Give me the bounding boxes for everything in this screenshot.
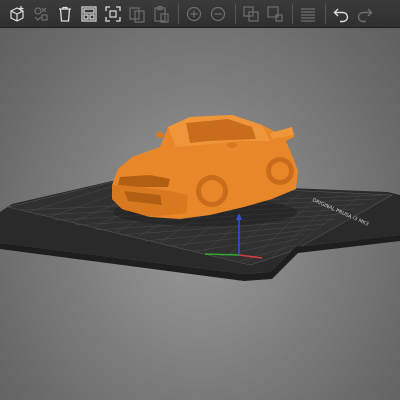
toolbar-separator (325, 3, 326, 24)
select-all-icon (105, 5, 121, 22)
copy-button[interactable] (126, 3, 148, 25)
paste-button[interactable] (150, 3, 172, 25)
layers-icon (301, 7, 315, 22)
add-shape-button[interactable] (30, 3, 52, 25)
arrange-icon (81, 5, 97, 22)
arrange-button[interactable] (78, 3, 100, 25)
paste-icon (154, 5, 169, 23)
y-axis (204, 253, 240, 256)
layers-editing-button[interactable] (297, 3, 319, 25)
select-all-button[interactable] (102, 3, 124, 25)
redo-icon (357, 8, 373, 22)
add-instance-button[interactable] (183, 3, 205, 25)
shape-gallery-icon (34, 6, 48, 21)
plus-circle-icon (186, 6, 202, 21)
split-parts-button[interactable] (264, 3, 286, 25)
toolbar-separator (178, 3, 179, 24)
undo-button[interactable] (330, 3, 352, 25)
scene-canvas: ORIGINAL PRUSA i3 MK3 (0, 115, 400, 281)
minus-circle-icon (210, 6, 226, 21)
toolbar-separator (292, 3, 293, 24)
cube-plus-icon (10, 5, 24, 22)
split-objects-icon (243, 5, 259, 22)
remove-instance-button[interactable] (207, 3, 229, 25)
split-parts-icon (267, 5, 283, 22)
redo-button[interactable] (354, 3, 376, 25)
copy-icon (129, 6, 145, 23)
delete-button[interactable] (54, 3, 76, 25)
split-objects-button[interactable] (240, 3, 262, 25)
trash-icon (59, 6, 71, 22)
car-model[interactable] (112, 115, 298, 226)
undo-icon (333, 8, 349, 22)
toolbar-separator (235, 3, 236, 24)
add-object-button[interactable] (6, 3, 28, 25)
top-toolbar (0, 0, 400, 28)
3d-viewport[interactable]: ORIGINAL PRUSA i3 MK3 (0, 29, 400, 400)
